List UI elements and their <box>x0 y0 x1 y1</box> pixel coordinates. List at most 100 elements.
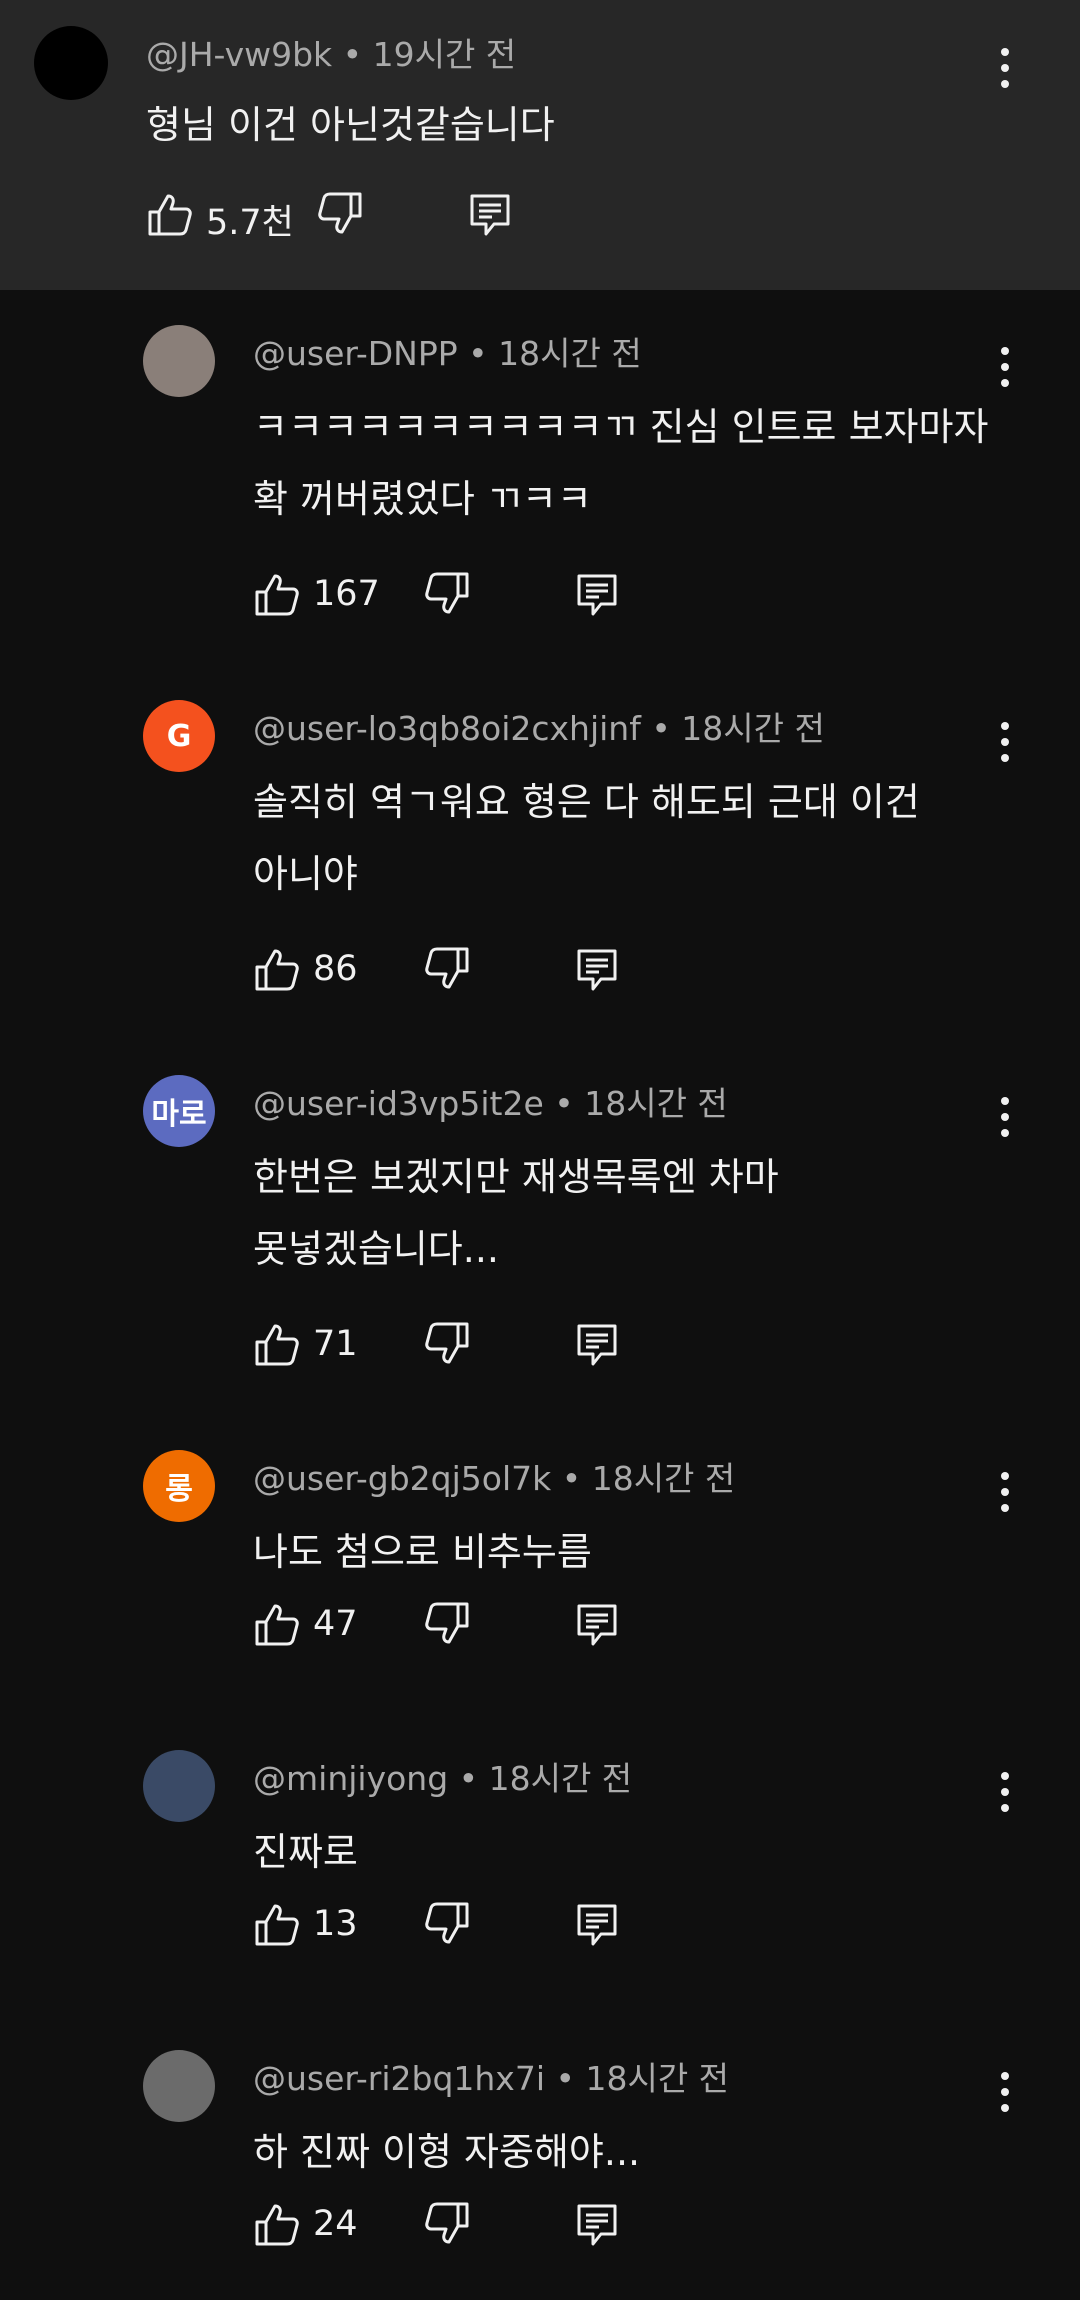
avatar[interactable]: 롱 <box>143 1450 215 1522</box>
comment-time: 19시간 전 <box>372 35 517 74</box>
like-count: 5.7천 <box>206 203 294 243</box>
more-options-button[interactable] <box>990 1764 1020 1820</box>
comment-time: 18시간 전 <box>681 709 825 748</box>
comment-meta: @minjiyong • 18시간 전 <box>253 1752 632 1800</box>
avatar-letter: 마로 <box>151 1097 207 1132</box>
author-name[interactable]: @minjiyong <box>253 1759 448 1798</box>
like-icon[interactable] <box>253 1600 301 1648</box>
dot <box>1001 379 1009 387</box>
avatar-letter: G <box>166 718 192 754</box>
author-name[interactable]: @user-lo3qb8oi2cxhjinf <box>253 709 641 748</box>
reply-icon[interactable] <box>573 570 621 618</box>
reply-comment: @minjiyong • 18시간 전진짜로 13 <box>0 1750 1080 2090</box>
dislike-icon[interactable] <box>423 2200 471 2248</box>
comment-time: 18시간 전 <box>584 1084 728 1123</box>
dot <box>1001 48 1009 56</box>
more-options-button[interactable] <box>990 714 1020 770</box>
more-options-button[interactable] <box>990 40 1020 96</box>
like-count: 71 <box>313 1324 358 1364</box>
dot <box>1001 1772 1009 1780</box>
meta-separator: • <box>545 2059 586 2098</box>
comment-time: 18시간 전 <box>498 334 642 373</box>
like-count: 86 <box>313 949 358 989</box>
more-options-button[interactable] <box>990 1089 1020 1145</box>
reply-icon[interactable] <box>573 1320 621 1368</box>
avatar[interactable] <box>34 26 108 100</box>
reply-comment: G @user-lo3qb8oi2cxhjinf • 18시간 전 솔직히 역ㄱ워요… <box>0 700 1080 1040</box>
more-options-button[interactable] <box>990 1464 1020 1520</box>
author-name[interactable]: @user-ri2bq1hx7i <box>253 2059 545 2098</box>
dot <box>1001 754 1009 762</box>
dot <box>1001 1472 1009 1480</box>
reply-icon[interactable] <box>573 1600 621 1648</box>
like-count: 47 <box>313 1604 358 1644</box>
like-count: 167 <box>313 574 380 614</box>
dot <box>1001 2104 1009 2112</box>
meta-separator: • <box>332 35 373 74</box>
comment-text: 진짜로 <box>253 1830 358 1874</box>
meta-separator: • <box>640 709 682 748</box>
comment-time: 18시간 전 <box>591 1459 736 1498</box>
author-name[interactable]: @user-id3vp5it2e <box>253 1084 544 1123</box>
meta-separator: • <box>457 334 499 373</box>
meta-separator: • <box>543 1084 585 1123</box>
avatar[interactable]: 마로 <box>143 1075 215 1147</box>
dot <box>1001 1804 1009 1812</box>
dot <box>1001 2088 1009 2096</box>
avatar[interactable]: G <box>143 700 215 772</box>
comment-text: 하 진짜 이형 자중해야... <box>253 2130 641 2174</box>
like-icon[interactable] <box>253 570 301 618</box>
dot <box>1001 738 1009 746</box>
avatar[interactable] <box>143 1750 215 1822</box>
comment-meta: @JH-vw9bk • 19시간 전 <box>146 28 516 76</box>
author-name[interactable]: @JH-vw9bk <box>146 35 332 74</box>
like-icon[interactable] <box>253 1900 301 1948</box>
dislike-icon[interactable] <box>423 1320 471 1368</box>
more-options-button[interactable] <box>990 2064 1020 2120</box>
comment-actions: 167 <box>253 570 853 630</box>
dot <box>1001 1097 1009 1105</box>
avatar[interactable] <box>143 325 215 397</box>
dislike-icon[interactable] <box>316 190 364 238</box>
comment-thread: @JH-vw9bk • 19시간 전 형님 이건 아닌것같습니다 5.7천 @u… <box>0 0 1080 2300</box>
more-options-button[interactable] <box>990 339 1020 395</box>
comment-meta: @user-ri2bq1hx7i • 18시간 전 <box>253 2052 729 2100</box>
like-icon[interactable] <box>253 1320 301 1368</box>
reply-icon[interactable] <box>573 1900 621 1948</box>
author-name[interactable]: @user-gb2qj5ol7k <box>253 1459 551 1498</box>
comment-actions: 71 <box>253 1320 853 1380</box>
dislike-icon[interactable] <box>423 570 471 618</box>
comment-actions: 24 <box>253 2200 853 2260</box>
comment-actions: 13 <box>253 1900 853 1960</box>
dot <box>1001 363 1009 371</box>
like-icon[interactable] <box>146 190 194 238</box>
dot <box>1001 1488 1009 1496</box>
dot <box>1001 64 1009 72</box>
comment-meta: @user-DNPP • 18시간 전 <box>253 327 642 375</box>
dislike-icon[interactable] <box>423 945 471 993</box>
dot <box>1001 722 1009 730</box>
reply-comment: @user-ri2bq1hx7i • 18시간 전하 진짜 이형 자중해야...… <box>0 2050 1080 2300</box>
comment-actions: 5.7천 <box>146 190 746 250</box>
like-count: 24 <box>313 2204 358 2244</box>
dot <box>1001 2072 1009 2080</box>
reply-icon[interactable] <box>573 945 621 993</box>
author-name[interactable]: @user-DNPP <box>253 334 458 373</box>
reply-icon[interactable] <box>466 190 514 238</box>
comment-actions: 86 <box>253 945 853 1005</box>
dot <box>1001 1504 1009 1512</box>
dislike-icon[interactable] <box>423 1900 471 1948</box>
dot <box>1001 1788 1009 1796</box>
comment-meta: @user-lo3qb8oi2cxhjinf • 18시간 전 <box>253 702 825 750</box>
reply-comment: 롱 @user-gb2qj5ol7k • 18시간 전 나도 첨으로 비추누름 47 <box>0 1450 1080 1790</box>
dot <box>1001 1129 1009 1137</box>
like-icon[interactable] <box>253 2200 301 2248</box>
avatar-letter: 롱 <box>165 1472 193 1507</box>
reply-icon[interactable] <box>573 2200 621 2248</box>
like-icon[interactable] <box>253 945 301 993</box>
avatar[interactable] <box>143 2050 215 2122</box>
meta-separator: • <box>551 1459 592 1498</box>
dislike-icon[interactable] <box>423 1600 471 1648</box>
like-count: 13 <box>313 1904 358 1944</box>
reply-comment: @user-DNPP • 18시간 전 ㅋㅋㅋㅋㅋㅋㅋㅋㅋㅋㄲ 진심 인트로 보자… <box>0 325 1080 665</box>
